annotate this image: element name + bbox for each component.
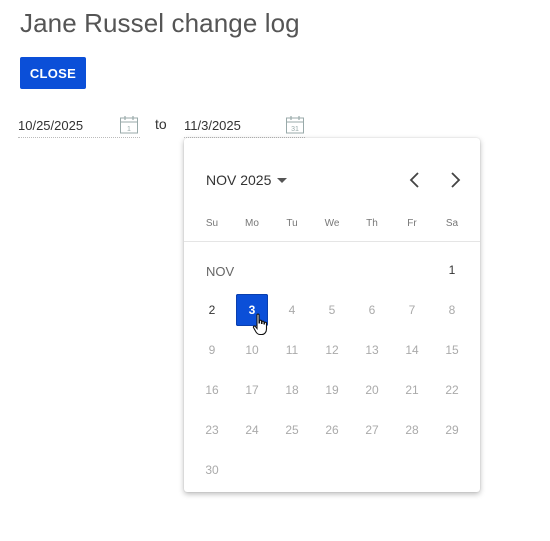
- calendar-day: 7: [408, 303, 416, 317]
- calendar-day: 18: [285, 383, 299, 397]
- calendar-day: 28: [405, 423, 419, 437]
- divider: [184, 241, 480, 242]
- calendar-day: 8: [448, 303, 456, 317]
- from-calendar-digit: 1: [127, 126, 131, 133]
- selected-day[interactable]: 3: [236, 294, 268, 326]
- month-short-label: NOV: [206, 264, 235, 279]
- weekday-header: Su Mo Tu We Th Fr Sa: [192, 218, 472, 232]
- calendar-day: 6: [368, 303, 376, 317]
- calendar-day: 16: [205, 383, 219, 397]
- calendar-icon[interactable]: 31: [285, 115, 305, 135]
- to-calendar-digit: 31: [291, 126, 299, 133]
- weekday-label: Th: [366, 218, 378, 229]
- month-year-select[interactable]: NOV 2025: [206, 172, 288, 188]
- calendar-day: 27: [365, 423, 379, 437]
- calendar-day[interactable]: 1: [436, 254, 468, 286]
- calendar-day: 17: [245, 383, 259, 397]
- from-date-field[interactable]: 10/25/2025 1: [18, 113, 140, 138]
- calendar-day: 13: [365, 343, 379, 357]
- chevron-left-icon[interactable]: [405, 170, 425, 190]
- from-date-value: 10/25/2025: [18, 118, 84, 133]
- date-picker-popup: NOV 2025 Su Mo Tu We Th Fr Sa NOV 1 2 3 4 5 6 7 8 9 10 1…: [184, 138, 480, 492]
- calendar-day: 29: [445, 423, 459, 437]
- calendar-day: 14: [405, 343, 419, 357]
- month-year-label: NOV 2025: [206, 172, 272, 188]
- calendar-day: 9: [208, 343, 216, 357]
- calendar-day: 30: [205, 463, 219, 477]
- calendar-day: 19: [325, 383, 339, 397]
- calendar-day: 20: [365, 383, 379, 397]
- calendar-day: 4: [288, 303, 296, 317]
- calendar-day[interactable]: 2: [196, 294, 228, 326]
- calendar-day: 25: [285, 423, 299, 437]
- calendar-day: 15: [445, 343, 459, 357]
- calendar-day: 22: [445, 383, 459, 397]
- calendar-day: 11: [285, 343, 299, 357]
- chevron-right-icon[interactable]: [445, 170, 465, 190]
- weekday-label: Mo: [245, 218, 259, 229]
- calendar-day: 5: [328, 303, 336, 317]
- weekday-label: Fr: [407, 218, 417, 229]
- calendar-day: 23: [205, 423, 219, 437]
- to-date-field[interactable]: 11/3/2025 31: [184, 113, 305, 138]
- close-button[interactable]: CLOSE: [20, 57, 86, 89]
- to-date-value: 11/3/2025: [184, 118, 241, 133]
- weekday-label: Tu: [286, 218, 298, 229]
- page-title: Jane Russel change log: [20, 8, 300, 38]
- calendar-day: 26: [325, 423, 339, 437]
- calendar-icon[interactable]: 1: [119, 115, 139, 135]
- caret-down-icon: [277, 177, 288, 183]
- weekday-label: Sa: [445, 218, 459, 229]
- weekday-label: We: [324, 218, 340, 229]
- calendar-day: 24: [245, 423, 259, 437]
- weekday-label: Su: [205, 218, 219, 229]
- calendar-day: 21: [405, 383, 419, 397]
- calendar-day: 12: [325, 343, 339, 357]
- calendar-day: 10: [245, 343, 259, 357]
- to-label: to: [155, 116, 167, 132]
